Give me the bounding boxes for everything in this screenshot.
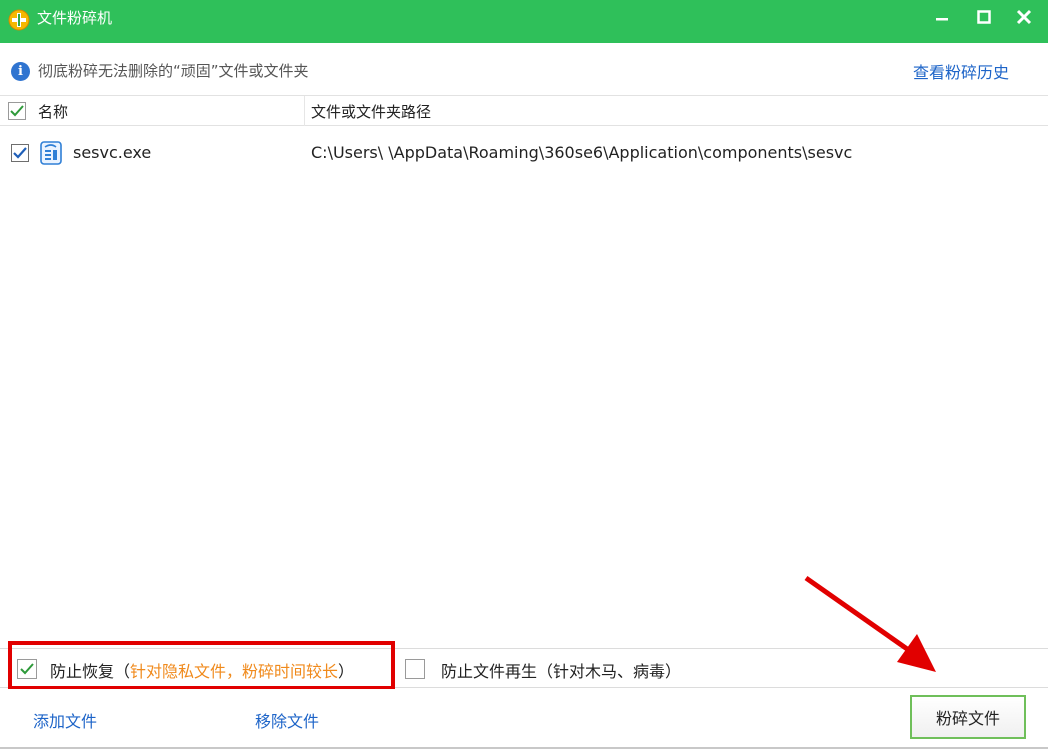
prevent-regen-checkbox[interactable]: [405, 659, 425, 679]
annotation-highlight-box: [8, 641, 395, 690]
column-header-path[interactable]: 文件或文件夹路径: [311, 101, 431, 122]
table-row[interactable]: sesvc.exe C:\Users\ \AppData\Roaming\360…: [0, 138, 1048, 170]
file-list: [0, 127, 1048, 647]
select-all-checkbox[interactable]: [8, 102, 26, 120]
close-icon: [1016, 9, 1032, 25]
prevent-regen-label[interactable]: 防止文件再生（针对木马、病毒）: [441, 658, 681, 682]
info-row: i 彻底粉碎无法删除的“顽固”文件或文件夹 查看粉碎历史: [0, 53, 1048, 89]
bottom-action-bar: 添加文件 移除文件 粉碎文件: [0, 689, 1048, 749]
row-checkbox[interactable]: [11, 144, 29, 162]
remove-file-link[interactable]: 移除文件: [255, 708, 319, 732]
column-divider[interactable]: [304, 96, 305, 126]
app-logo-icon: [8, 9, 30, 31]
title-bar[interactable]: 文件粉碎机: [0, 0, 1048, 43]
maximize-button[interactable]: [964, 0, 1004, 34]
view-history-link[interactable]: 查看粉碎历史: [913, 59, 1009, 83]
info-icon: i: [11, 62, 30, 81]
maximize-icon: [977, 10, 991, 24]
close-button[interactable]: [1004, 0, 1044, 34]
checkmark-icon: [10, 105, 24, 117]
table-header: 名称 文件或文件夹路径: [0, 95, 1048, 126]
column-header-name[interactable]: 名称: [38, 101, 68, 122]
add-file-link[interactable]: 添加文件: [33, 708, 97, 732]
window-title: 文件粉碎机: [37, 9, 113, 27]
shred-files-button[interactable]: 粉碎文件: [910, 695, 1026, 739]
file-shredder-window: 文件粉碎机 i 彻底粉碎无法删除的“顽固”文件或文件夹 查看粉碎历史 名称 文件…: [0, 0, 1048, 749]
info-text: 彻底粉碎无法删除的“顽固”文件或文件夹: [38, 62, 309, 80]
checkmark-icon: [13, 147, 27, 159]
file-name: sesvc.exe: [73, 143, 152, 162]
file-path: C:\Users\ \AppData\Roaming\360se6\Applic…: [311, 143, 853, 162]
exe-file-icon: [40, 141, 62, 165]
minimize-button[interactable]: [922, 0, 962, 34]
minimize-icon: [936, 18, 948, 21]
